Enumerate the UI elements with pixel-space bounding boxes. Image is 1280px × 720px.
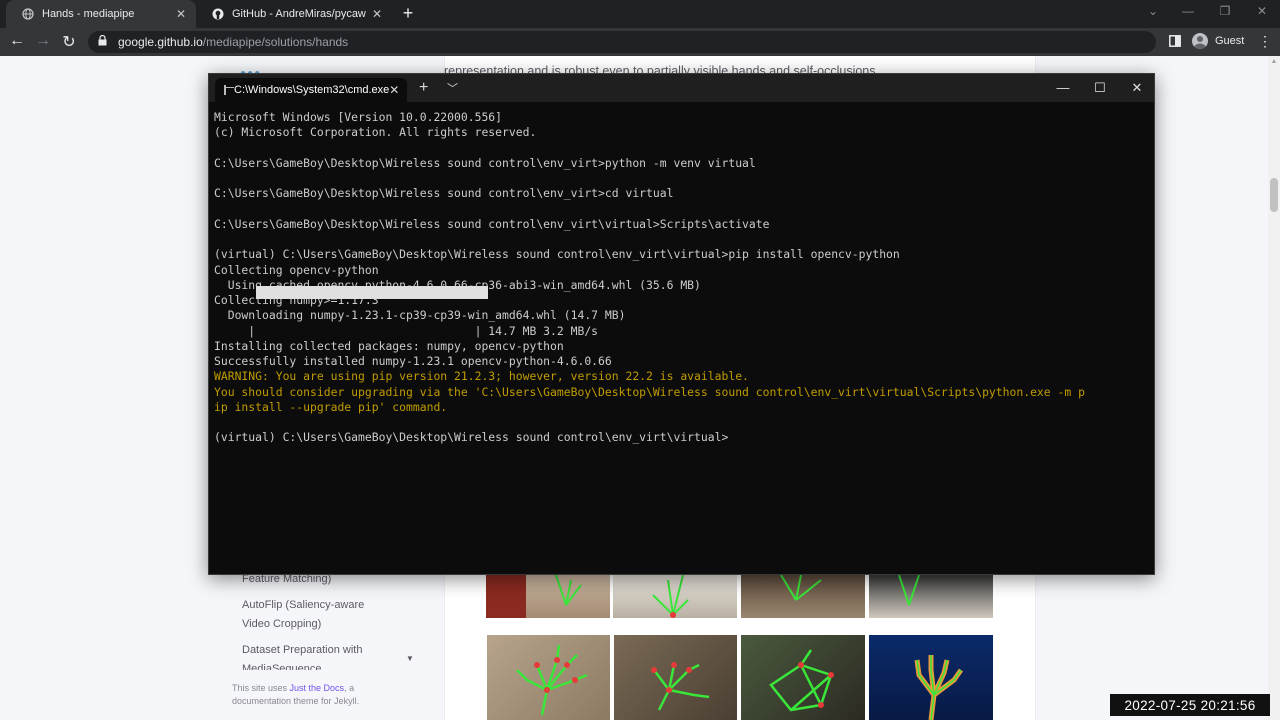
tab-search-icon[interactable]: ⌄: [1143, 4, 1163, 18]
browser-tabstrip: Hands - mediapipe ✕ GitHub - AndreMiras/…: [0, 0, 1280, 28]
sidebar-item-mediasequence[interactable]: MediaSequence: [242, 660, 392, 670]
hand-image: [613, 575, 737, 618]
back-icon[interactable]: ←: [7, 32, 27, 50]
profile-button[interactable]: Guest: [1192, 33, 1244, 49]
browser-tab-hands[interactable]: Hands - mediapipe ✕: [6, 0, 196, 28]
tab-title: Hands - mediapipe: [42, 8, 135, 20]
terminal-line: C:\Users\GameBoy\Desktop\Wireless sound …: [214, 216, 770, 231]
terminal-output[interactable]: Microsoft Windows [Version 10.0.22000.55…: [214, 110, 1144, 446]
scroll-up-icon[interactable]: ▲: [1268, 58, 1280, 65]
scrollbar-thumb[interactable]: [1270, 178, 1278, 212]
footer-note: This site uses Just the Docs, a document…: [232, 682, 392, 708]
terminal-titlebar[interactable]: C:\Windows\System32\cmd.exe ✕ + ﹀ — ☐ ✕: [209, 74, 1154, 102]
sidebar-item-autoflip[interactable]: AutoFlip (Saliency-aware: [242, 596, 392, 615]
avatar-icon: [1192, 33, 1208, 49]
terminal-window[interactable]: C:\Windows\System32\cmd.exe ✕ + ﹀ — ☐ ✕ …: [208, 73, 1155, 575]
terminal-line: (virtual) C:\Users\GameBoy\Desktop\Wirel…: [214, 247, 900, 262]
footer-link[interactable]: Just the Docs: [290, 683, 345, 693]
terminal-line: (c) Microsoft Corporation. All rights re…: [214, 125, 537, 140]
new-tab-button[interactable]: +: [398, 3, 418, 24]
reload-icon[interactable]: ↻: [59, 32, 79, 52]
address-bar[interactable]: google.github.io/mediapipe/solutions/han…: [88, 31, 1156, 53]
github-icon: [212, 8, 224, 20]
terminal-tab-title: C:\Windows\System32\cmd.exe: [234, 84, 390, 96]
sidebar-item-autoflip-line2[interactable]: Video Cropping): [242, 615, 392, 634]
hand-image: [741, 575, 865, 618]
terminal-line: Successfully installed numpy-1.23.1 open…: [214, 354, 612, 368]
browser-tab-github[interactable]: GitHub - AndreMiras/pycaw: Pyth ✕: [196, 0, 392, 28]
menu-icon[interactable]: ⋮: [1258, 34, 1272, 48]
hand-image: [487, 635, 610, 720]
terminal-line: C:\Users\GameBoy\Desktop\Wireless sound …: [214, 186, 674, 201]
terminal-line: C:\Users\GameBoy\Desktop\Wireless sound …: [214, 155, 756, 170]
hand-image: [486, 575, 610, 618]
terminal-line: Collecting opencv-python: [214, 262, 379, 277]
chevron-down-icon[interactable]: ﹀: [447, 80, 458, 96]
address-path: /mediapipe/solutions/hands: [202, 35, 349, 49]
cmd-icon: [224, 85, 234, 95]
hand-image: [741, 635, 865, 720]
chevron-down-icon[interactable]: ▼: [406, 654, 414, 663]
lock-icon: [98, 34, 108, 49]
terminal-line: | | 14.7 MB 3.2 MB/s: [214, 323, 599, 338]
terminal-line: You should consider upgrading via the 'C…: [214, 384, 1085, 399]
browser-toolbar: ← → ↻ google.github.io/mediapipe/solutio…: [0, 28, 1280, 56]
forward-icon[interactable]: →: [33, 32, 53, 50]
minimize-icon[interactable]: —: [1053, 80, 1073, 95]
hand-image: [869, 575, 993, 618]
restore-icon[interactable]: ❐: [1215, 4, 1235, 18]
video-timestamp: 2022-07-25 20:21:56: [1110, 694, 1270, 716]
globe-icon: [22, 8, 34, 20]
profile-label: Guest: [1215, 35, 1245, 47]
footer-line2: documentation theme for Jekyll.: [232, 696, 360, 706]
side-panel-icon[interactable]: [1165, 34, 1185, 52]
terminal-line: WARNING: You are using pip version 21.2.…: [214, 369, 749, 384]
close-icon[interactable]: ✕: [176, 7, 186, 21]
hand-image: [869, 635, 993, 720]
sidebar-item-dataset-preparation[interactable]: Dataset Preparation with: [242, 641, 392, 660]
close-window-icon[interactable]: ✕: [1252, 4, 1272, 18]
terminal-line: Downloading numpy-1.23.1-cp39-cp39-win_a…: [214, 308, 626, 323]
download-progress-bar: [256, 286, 488, 299]
terminal-line: Installing collected packages: numpy, op…: [214, 338, 564, 353]
terminal-line: (virtual) C:\Users\GameBoy\Desktop\Wirel…: [214, 430, 729, 445]
terminal-tab[interactable]: C:\Windows\System32\cmd.exe ✕: [215, 78, 407, 102]
terminal-line: ip install --upgrade pip' command.: [214, 399, 448, 414]
address-host: google.github.io: [118, 35, 203, 49]
footer-prefix: This site uses: [232, 683, 290, 693]
minimize-icon[interactable]: —: [1178, 4, 1198, 18]
terminal-line: Microsoft Windows [Version 10.0.22000.55…: [214, 110, 503, 124]
hand-image: [614, 635, 737, 720]
page-scrollbar[interactable]: [1268, 56, 1280, 720]
close-window-icon[interactable]: ✕: [1127, 80, 1147, 96]
maximize-icon[interactable]: ☐: [1090, 80, 1110, 96]
close-icon[interactable]: ✕: [372, 7, 382, 21]
close-icon[interactable]: ✕: [389, 83, 399, 97]
tab-title: GitHub - AndreMiras/pycaw: Pyth: [232, 8, 366, 20]
new-terminal-tab-button[interactable]: +: [419, 79, 428, 97]
footer-mid: , a: [344, 683, 355, 693]
